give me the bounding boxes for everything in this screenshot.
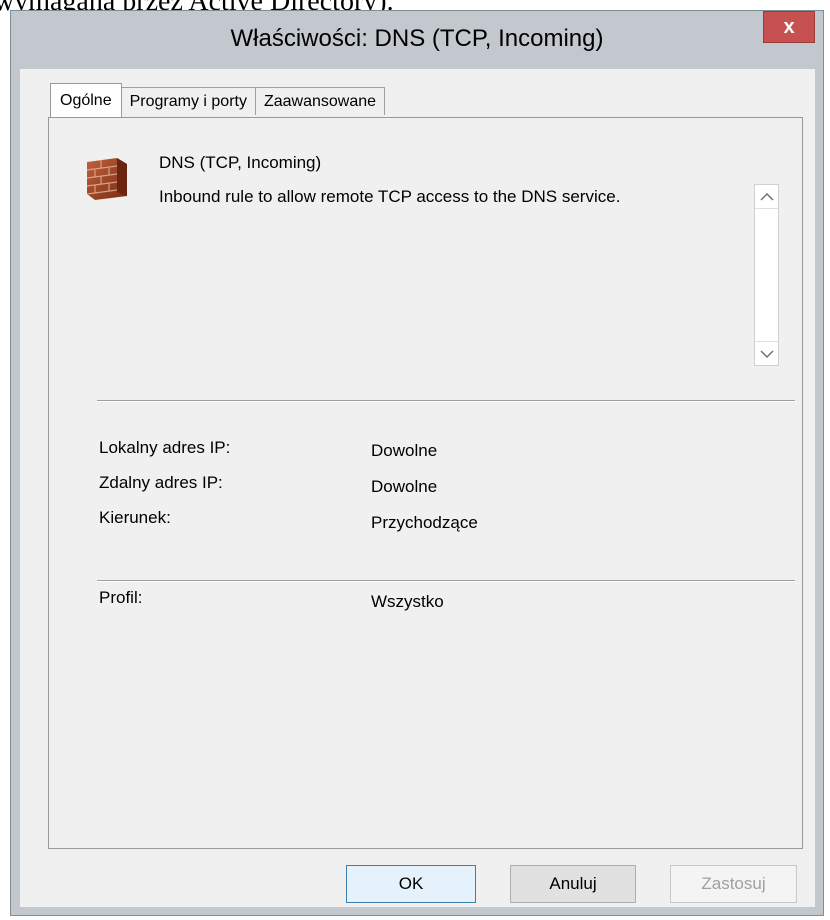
- description-scrollbar[interactable]: [754, 184, 779, 366]
- tab-strip: Ogólne Programy i porty Zaawansowane: [50, 83, 386, 117]
- chevron-down-icon: [759, 349, 774, 358]
- separator-bottom: [97, 580, 795, 582]
- tab-programs-ports[interactable]: Programy i porty: [120, 87, 256, 115]
- tab-advanced[interactable]: Zaawansowane: [254, 87, 386, 115]
- local-ip-value: Dowolne: [371, 441, 438, 460]
- window-title: Właściwości: DNS (TCP, Incoming): [230, 25, 604, 52]
- close-button[interactable]: x: [763, 11, 815, 43]
- dialog-client-area: Ogólne Programy i porty Zaawansowane DNS…: [20, 69, 815, 907]
- general-tab-panel: DNS (TCP, Incoming) Inbound rule to allo…: [48, 117, 803, 849]
- separator-top: [97, 400, 795, 402]
- apply-button[interactable]: Zastosuj: [670, 865, 797, 903]
- firewall-brick-icon: [86, 158, 127, 200]
- rule-name[interactable]: DNS (TCP, Incoming): [159, 153, 321, 173]
- ok-button[interactable]: OK: [346, 865, 476, 903]
- direction-value: Przychodzące: [371, 513, 478, 532]
- close-icon: x: [783, 15, 795, 38]
- description-box[interactable]: Inbound rule to allow remote TCP access …: [159, 184, 779, 366]
- direction-label: Kierunek:: [99, 508, 171, 527]
- tab-general[interactable]: Ogólne: [50, 83, 122, 117]
- scroll-down-button[interactable]: [755, 341, 778, 365]
- properties-dialog: Właściwości: DNS (TCP, Incoming) x Ogóln…: [10, 10, 824, 916]
- scroll-up-button[interactable]: [755, 185, 778, 209]
- remote-ip-label: Zdalny adres IP:: [99, 473, 223, 492]
- remote-ip-value: Dowolne: [371, 477, 438, 496]
- profile-value: Wszystko: [371, 592, 444, 611]
- profile-label: Profil:: [99, 588, 143, 607]
- local-ip-label: Lokalny adres IP:: [99, 438, 231, 457]
- chevron-up-icon: [759, 192, 774, 201]
- cancel-button[interactable]: Anuluj: [510, 865, 636, 903]
- rule-description: Inbound rule to allow remote TCP access …: [159, 187, 621, 206]
- title-bar[interactable]: Właściwości: DNS (TCP, Incoming) x: [11, 11, 823, 69]
